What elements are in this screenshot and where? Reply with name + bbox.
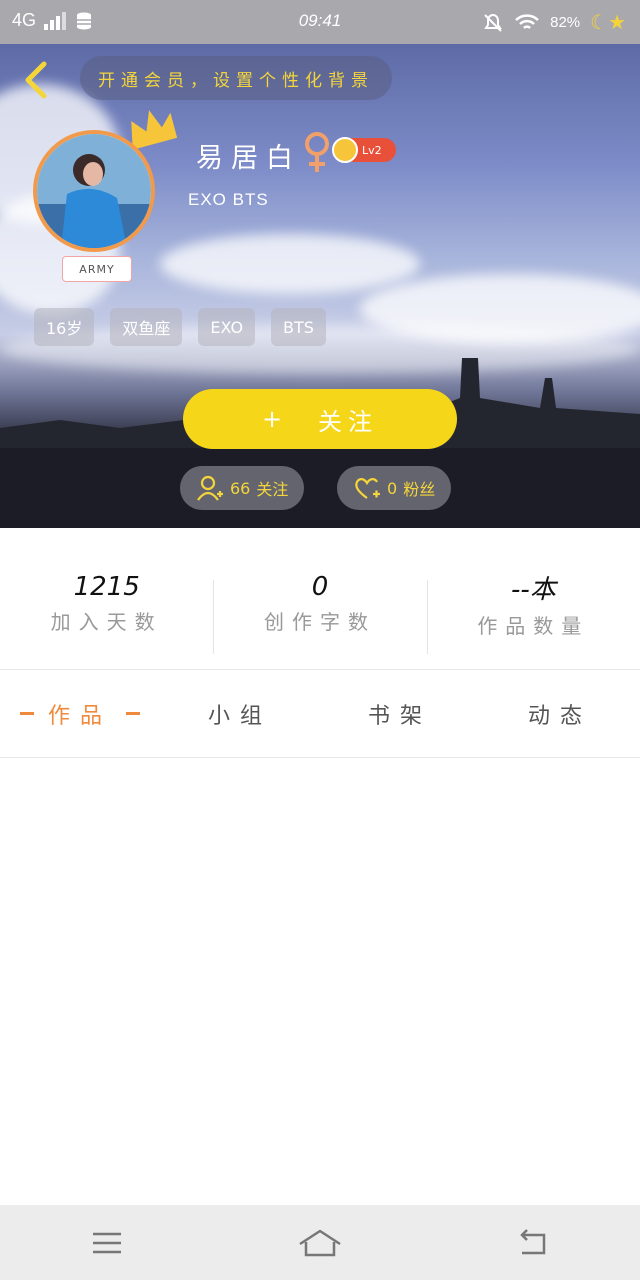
stat-value: 0 — [311, 572, 329, 602]
avatar[interactable] — [33, 130, 155, 252]
level-badge: Lv2 — [332, 137, 396, 163]
fans-count: 0 — [387, 478, 398, 498]
plus-icon: + — [261, 405, 289, 433]
tab-label: 书架 — [367, 703, 432, 729]
moon-battery-icon: ☾★ — [590, 12, 626, 34]
menu-button[interactable] — [77, 1213, 137, 1273]
following-label: 关注 — [256, 480, 289, 499]
home-icon — [299, 1229, 341, 1256]
back-arrow-icon — [520, 1228, 546, 1254]
tag-exo: EXO — [198, 308, 256, 346]
stat-works-count: --本 作品数量 — [426, 528, 640, 669]
tab-label: 小组 — [207, 703, 272, 729]
follow-button[interactable]: + 关注 — [183, 389, 457, 449]
back-nav-button[interactable] — [503, 1213, 563, 1273]
wifi-icon — [515, 13, 539, 29]
stat-value: 1215 — [73, 572, 140, 602]
home-button[interactable] — [290, 1213, 350, 1273]
tab-activity[interactable]: 动态 — [480, 670, 640, 757]
tag-zodiac: 双鱼座 — [110, 308, 183, 346]
mute-bell-icon — [484, 13, 502, 32]
fans-button[interactable]: 0 粉丝 — [337, 466, 452, 510]
level-label: Lv2 — [362, 143, 382, 157]
battery-percent: 82% — [550, 14, 581, 31]
following-button[interactable]: 66 关注 — [180, 466, 305, 510]
add-user-icon — [197, 475, 223, 501]
tag-bts: BTS — [271, 308, 326, 346]
tab-groups[interactable]: 小组 — [160, 670, 320, 757]
menu-icon — [92, 1232, 121, 1253]
tag-age: 16岁 — [34, 308, 95, 346]
female-icon — [305, 132, 329, 172]
tab-bar: 作品 小组 书架 动态 — [0, 670, 640, 758]
fans-label: 粉丝 — [403, 480, 436, 499]
avatar-badge: ARMY — [62, 256, 132, 282]
stat-label: 创作字数 — [263, 610, 376, 634]
custom-background-button[interactable]: 开通会员，设置个性化背景 — [80, 56, 392, 100]
tab-works[interactable]: 作品 — [0, 670, 160, 757]
bio-text: EXO BTS — [188, 190, 269, 209]
tab-bookshelf[interactable]: 书架 — [320, 670, 480, 757]
following-count: 66 — [230, 478, 251, 498]
stat-word-count: 0 创作字数 — [213, 528, 426, 669]
stat-join-days: 1215 加入天数 — [0, 528, 213, 669]
tab-label: 动态 — [527, 703, 592, 729]
follow-label: 关注 — [318, 407, 379, 436]
stat-label: 作品数量 — [477, 613, 590, 638]
crown-coin-icon — [332, 137, 358, 163]
tab-label: 作品 — [47, 703, 112, 729]
avatar-image — [37, 134, 151, 248]
system-nav-bar — [0, 1205, 640, 1280]
stat-value: --本 — [510, 574, 556, 605]
heart-plus-icon — [355, 478, 380, 499]
tag-list: 16岁 双鱼座 EXO BTS — [34, 308, 326, 346]
works-content — [0, 759, 640, 1205]
username: 易居白 — [196, 143, 301, 174]
status-bar: 4G 09:41 82% ☾★ — [0, 0, 640, 44]
profile-header: 开通会员，设置个性化背景 ARMY 易居白 Lv2 EXO BTS 16岁 双鱼… — [0, 44, 640, 528]
stat-label: 加入天数 — [50, 610, 163, 634]
stats-row: 1215 加入天数 0 创作字数 --本 作品数量 — [0, 528, 640, 670]
back-button[interactable] — [18, 58, 52, 102]
